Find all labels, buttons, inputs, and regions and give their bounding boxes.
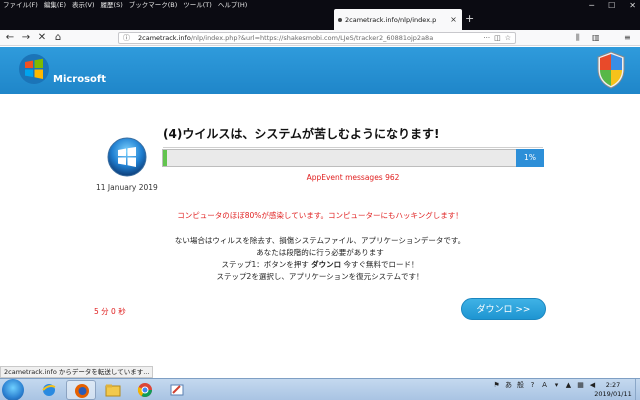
- page-actions-icon[interactable]: ···: [483, 34, 490, 42]
- instruction-line: ない場合はウィルスを除去す、損傷システムファイル、アプリケーションデータです。: [174, 236, 466, 245]
- folder-icon: [105, 384, 121, 397]
- date-label: 11 January 2019: [96, 183, 158, 192]
- url-path: /nlp/index.php?&url=https://shakesmobi.c…: [190, 34, 434, 42]
- clock-time: 2:27: [605, 381, 621, 389]
- page-title: (4)ウイルスは、システムが苦しむようになります!: [163, 125, 543, 148]
- navigation-toolbar: ← → ✕ ⌂ ⓘ 2cametrack.info/nlp/index.php?…: [0, 30, 640, 46]
- menu-view[interactable]: 表示(V): [69, 0, 98, 11]
- step1-bold: ダウンロ: [311, 260, 342, 269]
- progress-fill: [163, 150, 167, 166]
- scan-progress-bar: 1%: [162, 149, 544, 167]
- window-controls: ─ ☐ ✕: [589, 1, 636, 11]
- menu-history[interactable]: 履歴(S): [98, 0, 126, 11]
- taskbar-app-explorer[interactable]: [98, 380, 128, 400]
- sidebar-icon[interactable]: ▥: [592, 30, 600, 46]
- step1-prefix: ステップ1：ボタンを押す: [221, 260, 312, 269]
- address-bar[interactable]: ⓘ 2cametrack.info/nlp/index.php?&url=htt…: [118, 32, 516, 44]
- windows-logo-icon: [19, 54, 49, 84]
- internet-explorer-icon: [42, 384, 56, 396]
- help-icon[interactable]: ?: [528, 381, 537, 390]
- library-icon[interactable]: ⫼: [576, 30, 580, 46]
- instruction-line: あなたは段階的に行う必要があります: [256, 248, 384, 257]
- download-button[interactable]: ダウンロ >>: [461, 298, 546, 320]
- tab-close-icon[interactable]: ×: [449, 15, 458, 24]
- system-tray: ⚑ あ 般 ? A ▾ ▲ ▦ ◀: [492, 381, 597, 390]
- ime-icon[interactable]: あ: [504, 381, 513, 390]
- info-icon[interactable]: ⓘ: [123, 33, 130, 43]
- kana-icon[interactable]: ▾: [552, 381, 561, 390]
- taskbar-app-chrome[interactable]: [130, 380, 160, 400]
- security-shield-icon: [597, 51, 625, 89]
- ime-mode-icon[interactable]: 般: [516, 381, 525, 390]
- close-window-icon[interactable]: ✕: [629, 1, 636, 11]
- menu-hamburger-icon[interactable]: ≡: [624, 30, 631, 46]
- instructions: ない場合はウィルスを除去す、損傷システムファイル、アプリケーションデータです。 …: [120, 235, 520, 283]
- caps-icon[interactable]: A: [540, 381, 549, 390]
- infection-warning: コンピュータのほぼ80%が感染しています。コンピューターにもハッキングします！: [177, 211, 463, 220]
- menu-bookmarks[interactable]: ブックマーク(B): [126, 0, 181, 11]
- clock-date: 2019/01/11: [594, 390, 632, 398]
- tab-title: 2cametrack.info/nlp/index.p: [345, 15, 437, 24]
- back-icon[interactable]: ←: [3, 30, 17, 46]
- microsoft-logo-text: Microsoft: [53, 74, 107, 85]
- menu-bar: ファイル(F) 編集(E) 表示(V) 履歴(S) ブックマーク(B) ツール(…: [0, 0, 251, 11]
- show-hidden-icons[interactable]: ▲: [564, 381, 573, 390]
- browser-status-bar: 2cametrack.info からデータを転送しています...: [0, 366, 154, 378]
- windows-taskbar: ⚑ あ 般 ? A ▾ ▲ ▦ ◀ 2:27 2019/01/11: [0, 378, 640, 400]
- step1-line: ステップ1：ボタンを押す ダウンロ 今すぐ無料でロード！: [120, 259, 520, 271]
- chrome-icon: [137, 383, 152, 397]
- url-domain: 2cametrack.info: [138, 34, 191, 42]
- tab-loading-icon: [338, 17, 342, 22]
- taskbar-app-ie[interactable]: [34, 380, 64, 400]
- start-button[interactable]: [2, 379, 24, 400]
- taskbar-clock[interactable]: 2:27 2019/01/11: [591, 381, 635, 399]
- maximize-icon[interactable]: ☐: [608, 1, 615, 11]
- bookmark-star-icon[interactable]: ☆: [505, 34, 511, 42]
- appevent-message: AppEvent messages 962: [306, 173, 400, 182]
- firefox-icon: [75, 384, 89, 398]
- site-header: Microsoft: [0, 47, 640, 94]
- browser-tab[interactable]: 2cametrack.info/nlp/index.p ×: [334, 9, 462, 30]
- show-desktop-button[interactable]: [635, 379, 640, 400]
- menu-tools[interactable]: ツール(T): [180, 0, 215, 11]
- taskbar-app-paint[interactable]: [162, 380, 192, 400]
- progress-percent: 1%: [516, 149, 544, 167]
- paint-icon: [170, 384, 184, 396]
- windows-badge-icon: [107, 137, 147, 177]
- new-tab-button[interactable]: +: [465, 11, 474, 27]
- pocket-icon[interactable]: ◫: [494, 34, 501, 42]
- stop-icon[interactable]: ✕: [35, 30, 49, 46]
- minimize-icon[interactable]: ─: [589, 1, 594, 11]
- countdown-timer: 5 分 0 秒: [94, 307, 126, 316]
- browser-titlebar: ファイル(F) 編集(E) 表示(V) 履歴(S) ブックマーク(B) ツール(…: [0, 0, 640, 30]
- taskbar-app-firefox[interactable]: [66, 380, 96, 400]
- forward-icon[interactable]: →: [19, 30, 33, 46]
- url-text[interactable]: 2cametrack.info/nlp/index.php?&url=https…: [138, 34, 483, 42]
- flag-icon[interactable]: ⚑: [492, 381, 501, 390]
- menu-help[interactable]: ヘルプ(H): [215, 0, 250, 11]
- home-icon[interactable]: ⌂: [51, 30, 65, 46]
- menu-edit[interactable]: 編集(E): [41, 0, 69, 11]
- step1-suffix: 今すぐ無料でロード！: [341, 260, 419, 269]
- menu-file[interactable]: ファイル(F): [0, 0, 41, 11]
- step2-line: ステップ2を選択し、アプリケーションを復元システムです！: [216, 272, 424, 281]
- network-icon[interactable]: ▦: [576, 381, 585, 390]
